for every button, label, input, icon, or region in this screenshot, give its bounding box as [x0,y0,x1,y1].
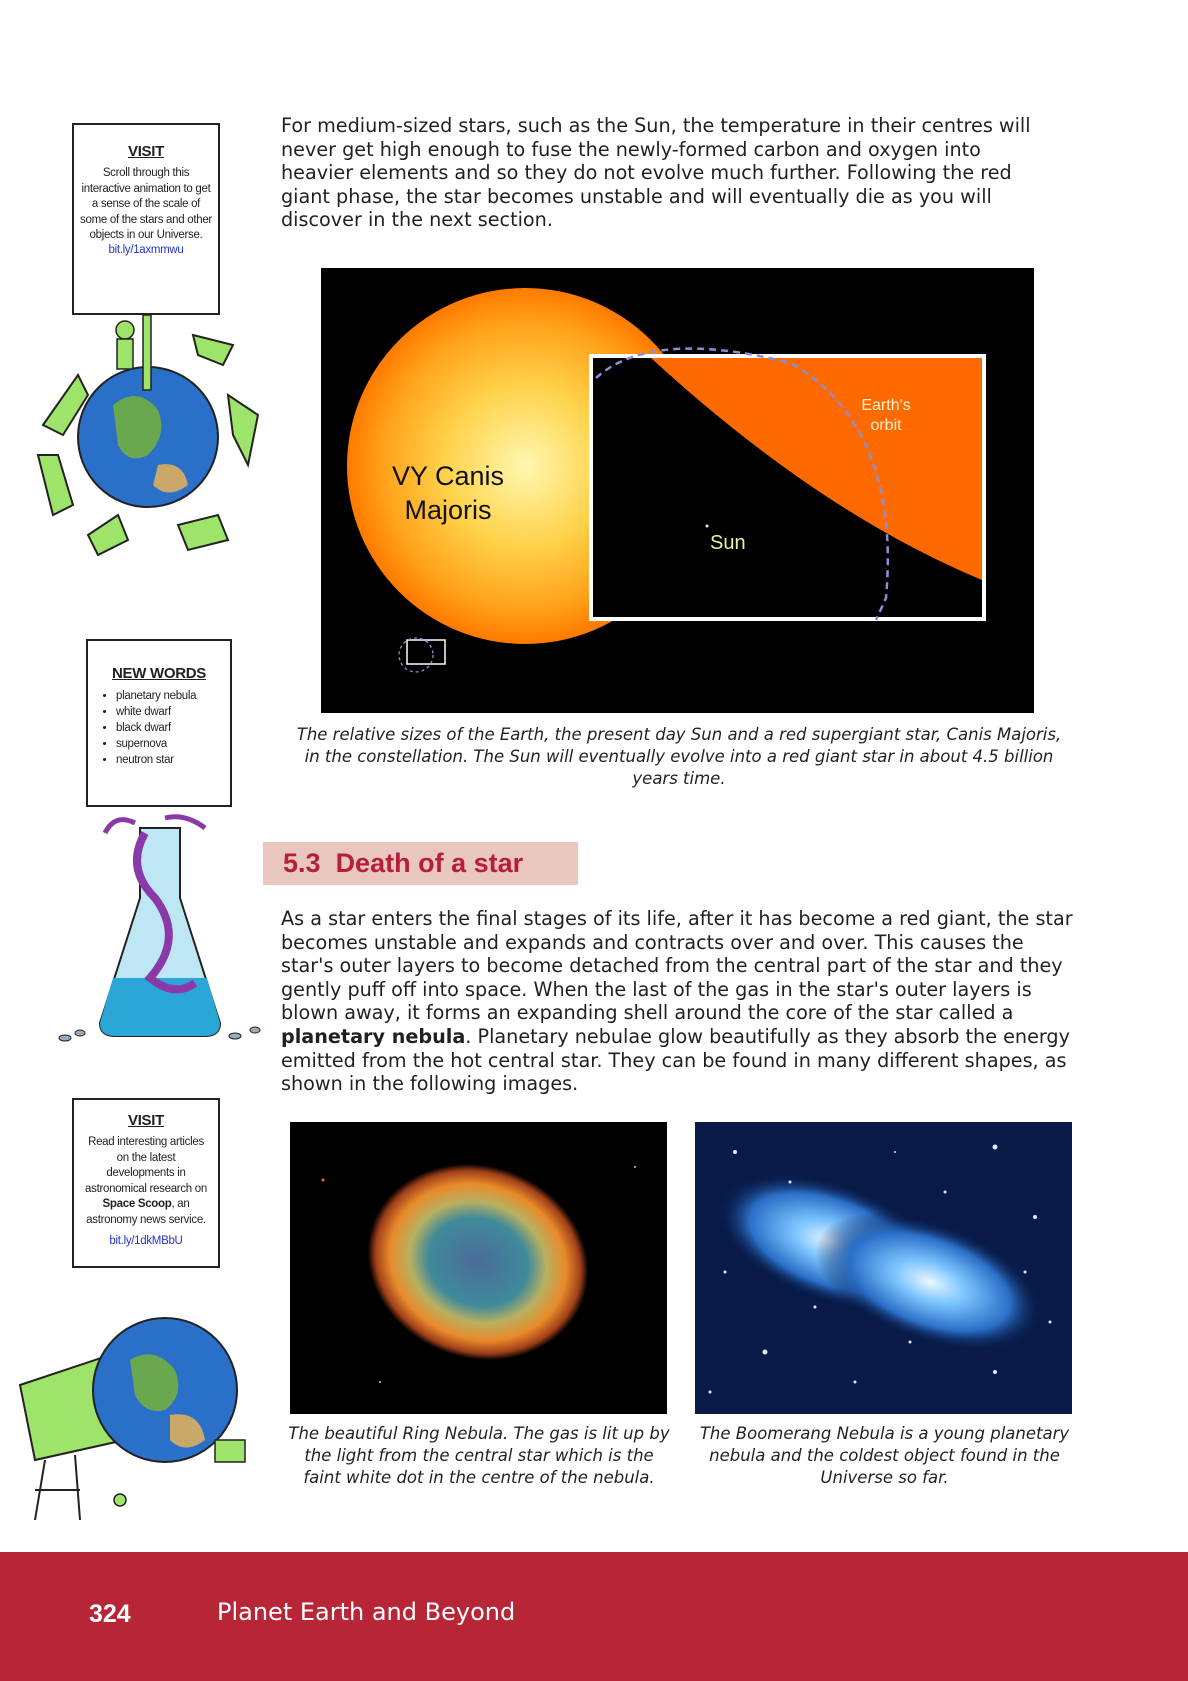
star-label-line2: Majoris [404,495,492,525]
new-words-note: NEW WORDS planetary nebula white dwarf b… [86,639,232,807]
intro-paragraph: For medium-sized stars, such as the Sun,… [281,114,1031,232]
space-scoop-term: Space Scoop [102,1198,172,1211]
visit-note-1-link[interactable]: bit.ly/1axmmwu [74,244,218,256]
section-number: 5.3 [283,848,321,878]
figure-main-caption: The relative sizes of the Earth, the pre… [296,725,1062,788]
visit-note-2-body-text: Read interesting articles on the latest … [85,1136,207,1195]
zoom-marker-box [406,639,446,665]
section-heading: 5.3 Death of a star [263,842,578,885]
visit-note-2-body: Read interesting articles on the latest … [74,1135,218,1229]
orbit-label-line2: orbit [870,417,902,434]
book-title: Planet Earth and Beyond [217,1598,516,1626]
new-word-item: planetary nebula [116,688,230,704]
orbit-label-line1: Earth's [861,397,911,414]
boomerang-nebula-image [695,1122,1072,1414]
body-paragraph: As a star enters the final stages of its… [281,907,1081,1096]
new-words-title: NEW WORDS [112,665,206,682]
star-size-figure: VY Canis Majoris Earth's orbit Sun [321,268,1034,713]
visit-note-2-link[interactable]: bit.ly/1dkMBbU [74,1235,218,1247]
sun-label: Sun [710,532,746,554]
sun-dot [705,524,709,528]
person-icon [115,320,135,340]
boomerang-nebula-caption: The Boomerang Nebula is a young planetar… [699,1424,1070,1487]
new-words-list: planetary nebula white dwarf black dwarf… [88,688,230,768]
new-word-item: black dwarf [116,720,230,736]
new-word-item: white dwarf [116,704,230,720]
visit-note-1-body: Scroll through this interactive animatio… [80,167,212,242]
person-icon [113,1493,127,1507]
ring-nebula-caption: The beautiful Ring Nebula. The gas is li… [288,1424,670,1487]
page-number: 324 [89,1600,131,1628]
telescope-globe-illustration [18,1317,246,1521]
new-word-item: neutron star [116,752,230,768]
visit-note-1-title: VISIT [127,143,164,160]
page-footer: 324 Planet Earth and Beyond [0,1552,1188,1681]
new-word-item: supernova [116,736,230,752]
flask-illustration [58,814,261,1042]
star-label-line1: VY Canis [391,461,505,491]
body-text-part1: As a star enters the final stages of its… [281,907,1073,1025]
section-title: Death of a star [335,848,524,878]
ring-nebula-image [290,1122,667,1414]
planetary-nebula-term: planetary nebula [281,1024,466,1048]
ring-nebula-shape [367,1163,589,1361]
visit-note-2: VISIT Read interesting articles on the l… [72,1098,220,1268]
visit-note-1: VISIT Scroll through this interactive an… [72,123,220,315]
globe-recycle-illustration [36,315,260,557]
visit-note-2-title: VISIT [127,1112,164,1129]
